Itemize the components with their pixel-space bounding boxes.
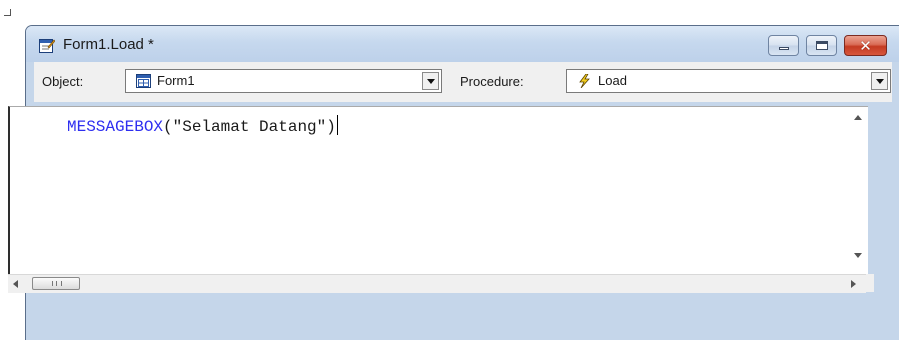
procedure-dropdown-button[interactable] [871,72,888,90]
text-caret [336,115,338,135]
selector-bar: Object: Form1 Procedure: Load [34,62,892,102]
minimize-button[interactable] [768,35,799,56]
scroll-down-arrow-icon[interactable] [854,253,862,258]
scroll-left-arrow-icon[interactable] [13,280,18,288]
object-dropdown-button[interactable] [422,72,439,90]
size-grip[interactable] [866,274,874,292]
code-arguments: ("Selamat Datang") [163,118,336,136]
grip-icon [52,281,62,286]
close-button[interactable]: ✕ [844,35,887,56]
maximize-icon [816,41,828,50]
corner-mark [4,9,11,16]
scroll-right-arrow-icon[interactable] [851,280,856,288]
minimize-icon [779,47,789,50]
scroll-up-arrow-icon[interactable] [854,115,862,120]
vertical-scrollbar[interactable] [849,107,866,266]
procedure-combo[interactable]: Load [566,69,891,93]
close-icon: ✕ [859,37,872,55]
form-grid-icon [136,74,151,88]
procedure-value: Load [598,73,627,88]
horizontal-scroll-thumb[interactable] [32,277,80,290]
code-editor[interactable]: MESSAGEBOX("Selamat Datang") [8,106,868,275]
object-combo[interactable]: Form1 [125,69,442,93]
object-value: Form1 [157,73,195,88]
code-line[interactable]: MESSAGEBOX("Selamat Datang") [67,115,338,136]
lightning-icon [579,74,590,88]
maximize-button[interactable] [806,35,837,56]
procedure-label: Procedure: [460,74,524,89]
code-keyword: MESSAGEBOX [67,118,164,136]
form-edit-icon [39,39,55,53]
object-label: Object: [42,74,84,89]
horizontal-scrollbar[interactable] [8,274,866,293]
window-title: Form1.Load * [63,36,154,53]
title-bar[interactable]: Form1.Load * ✕ [26,26,899,62]
